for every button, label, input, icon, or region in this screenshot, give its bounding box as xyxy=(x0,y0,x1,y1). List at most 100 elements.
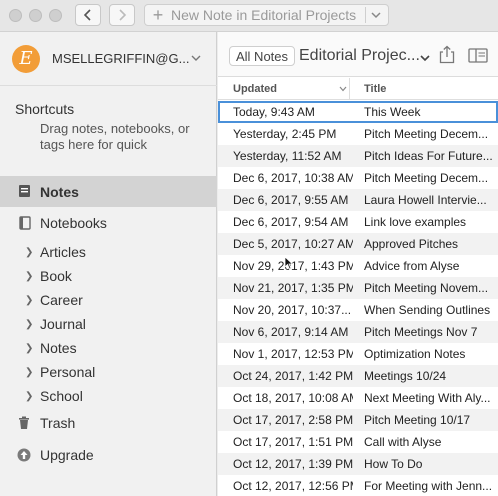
note-icon xyxy=(17,184,31,198)
note-date: Nov 6, 2017, 9:14 AM xyxy=(233,325,349,339)
note-title: Advice from Alyse xyxy=(364,259,460,273)
note-date: Nov 20, 2017, 10:37... xyxy=(233,303,352,317)
note-row[interactable]: Oct 24, 2017, 1:42 PM Meetings 10/24 xyxy=(218,365,498,387)
sidebar-item-notes[interactable]: Notes xyxy=(0,176,217,207)
note-title: Approved Pitches xyxy=(364,237,459,251)
note-row[interactable]: Oct 17, 2017, 1:51 PM Call with Alyse xyxy=(218,431,498,453)
note-title: When Sending Outlines xyxy=(364,303,491,317)
avatar: E xyxy=(12,44,40,73)
note-title: Meetings 10/24 xyxy=(364,369,447,383)
note-date: Dec 6, 2017, 10:38 AM xyxy=(233,171,353,185)
sidebar-item-label: Upgrade xyxy=(40,447,94,463)
sidebar-item-school[interactable]: ❯ School xyxy=(0,384,217,408)
sidebar-item-label: Notes xyxy=(40,340,77,356)
note-date: Oct 17, 2017, 1:51 PM xyxy=(233,435,353,449)
note-title: Call with Alyse xyxy=(364,435,442,449)
share-icon[interactable] xyxy=(439,45,455,64)
column-updated[interactable]: Updated xyxy=(233,83,277,95)
sidebar-item-book[interactable]: ❯ Book xyxy=(0,264,217,288)
forward-button[interactable] xyxy=(109,4,135,26)
note-title: Pitch Meeting Decem... xyxy=(364,127,489,141)
note-date: Nov 21, 2017, 1:35 PM xyxy=(233,281,353,295)
sidebar: E MSELLEGRIFFIN@G... Shortcuts Drag note… xyxy=(0,32,217,496)
note-date: Yesterday, 2:45 PM xyxy=(233,127,337,141)
sidebar-item-career[interactable]: ❯ Career xyxy=(0,288,217,312)
plus-icon: + xyxy=(152,5,164,25)
note-title: Pitch Meeting 10/17 xyxy=(364,413,471,427)
note-date: Oct 12, 2017, 12:56 PM xyxy=(233,479,353,493)
back-button[interactable] xyxy=(75,4,101,26)
chevron-right-icon[interactable]: ❯ xyxy=(25,271,33,282)
chevron-down-icon xyxy=(191,55,201,61)
chevron-right-icon[interactable]: ❯ xyxy=(25,319,33,330)
sidebar-item-label: Journal xyxy=(40,316,86,332)
account-name: MSELLEGRIFFIN@G... xyxy=(52,51,190,66)
note-row[interactable]: Oct 12, 2017, 1:39 PM How To Do xyxy=(218,453,498,475)
note-row[interactable]: Nov 20, 2017, 10:37... When Sending Outli… xyxy=(218,299,498,321)
sidebar-item-label: Notes xyxy=(40,183,79,200)
note-row[interactable]: Nov 1, 2017, 12:53 PM Optimization Notes xyxy=(218,343,498,365)
window-minimize-button[interactable] xyxy=(29,9,42,22)
chevron-right-icon[interactable]: ❯ xyxy=(25,247,33,258)
window-close-button[interactable] xyxy=(9,9,22,22)
note-row[interactable]: Nov 21, 2017, 1:35 PM Pitch Meeting Novem… xyxy=(218,277,498,299)
sidebar-item-label: School xyxy=(40,388,83,404)
sidebar-item-notebooks[interactable]: Notebooks xyxy=(0,211,217,235)
note-title: Link love examples xyxy=(364,215,467,229)
sidebar-item-articles[interactable]: ❯ Articles xyxy=(0,240,217,264)
note-row[interactable]: Dec 5, 2017, 10:27 AM Approved Pitches xyxy=(218,233,498,255)
sidebar-item-trash[interactable]: Trash xyxy=(0,411,217,435)
note-row[interactable]: Dec 6, 2017, 9:55 AM Laura Howell Intervi… xyxy=(218,189,498,211)
note-title: Pitch Meeting Novem... xyxy=(364,281,489,295)
note-row[interactable]: Yesterday, 2:45 PM Pitch Meeting Decem... xyxy=(218,123,498,145)
note-date: Today, 9:43 AM xyxy=(233,105,315,119)
upgrade-icon xyxy=(17,448,31,462)
note-row[interactable]: Nov 6, 2017, 9:14 AM Pitch Meetings Nov 7 xyxy=(218,321,498,343)
account-switcher[interactable]: E MSELLEGRIFFIN@G... xyxy=(0,32,217,86)
chevron-right-icon xyxy=(119,9,127,21)
note-date: Dec 6, 2017, 9:55 AM xyxy=(233,193,349,207)
note-title: Pitch Meetings Nov 7 xyxy=(364,325,478,339)
note-row[interactable]: Nov 29, 2017, 1:43 PM Advice from Alyse xyxy=(218,255,498,277)
sidebar-item-notes-notebook[interactable]: ❯ Notes xyxy=(0,336,217,360)
sidebar-item-label: Personal xyxy=(40,364,96,380)
chevron-right-icon[interactable]: ❯ xyxy=(25,343,33,354)
shortcuts-heading: Shortcuts xyxy=(15,101,75,117)
note-date: Dec 6, 2017, 9:54 AM xyxy=(233,215,349,229)
note-row[interactable]: Oct 17, 2017, 2:58 PM Pitch Meeting 10/17 xyxy=(218,409,498,431)
sidebar-item-label: Articles xyxy=(40,244,86,260)
sidebar-item-upgrade[interactable]: Upgrade xyxy=(0,443,217,467)
column-title[interactable]: Title xyxy=(364,83,386,95)
title-bar: + New Note in Editorial Projects xyxy=(0,0,498,32)
note-row[interactable]: Dec 6, 2017, 10:38 AM Pitch Meeting Decem… xyxy=(218,167,498,189)
chevron-down-icon[interactable] xyxy=(420,54,430,62)
note-date: Nov 1, 2017, 12:53 PM xyxy=(233,347,353,361)
notebook-title[interactable]: Editorial Projec... xyxy=(299,47,420,65)
note-date: Yesterday, 11:52 AM xyxy=(233,149,342,163)
chevron-right-icon[interactable]: ❯ xyxy=(25,367,33,378)
note-title: How To Do xyxy=(364,457,423,471)
sidebar-item-journal[interactable]: ❯ Journal xyxy=(0,312,217,336)
note-list-toolbar: All Notes Editorial Projec... xyxy=(218,32,498,77)
sidebar-item-label: Career xyxy=(40,292,83,308)
note-row[interactable]: Today, 9:43 AM This Week xyxy=(218,101,498,123)
note-row[interactable]: Dec 6, 2017, 9:54 AM Link love examples xyxy=(218,211,498,233)
new-note-button[interactable]: + New Note in Editorial Projects xyxy=(144,4,389,26)
note-title: Next Meeting With Aly... xyxy=(364,391,491,405)
note-row[interactable]: Yesterday, 11:52 AM Pitch Ideas For Futur… xyxy=(218,145,498,167)
note-list-panel: All Notes Editorial Projec... Updated Ti… xyxy=(218,32,498,496)
sidebar-item-personal[interactable]: ❯ Personal xyxy=(0,360,217,384)
panel-toggle-icon[interactable] xyxy=(468,48,488,63)
window-zoom-button[interactable] xyxy=(49,9,62,22)
sort-descending-icon[interactable] xyxy=(339,86,347,92)
note-date: Oct 18, 2017, 10:08 AM xyxy=(233,391,353,405)
column-divider[interactable] xyxy=(349,78,350,100)
note-row[interactable]: Oct 12, 2017, 12:56 PM For Meeting with J… xyxy=(218,475,498,496)
note-row[interactable]: Oct 18, 2017, 10:08 AM Next Meeting With … xyxy=(218,387,498,409)
chevron-right-icon[interactable]: ❯ xyxy=(25,391,33,402)
all-notes-button[interactable]: All Notes xyxy=(229,46,296,66)
chevron-down-icon[interactable] xyxy=(370,9,382,21)
chevron-right-icon[interactable]: ❯ xyxy=(25,295,33,306)
mouse-cursor-icon xyxy=(284,256,294,270)
note-title: Laura Howell Intervie... xyxy=(364,193,487,207)
